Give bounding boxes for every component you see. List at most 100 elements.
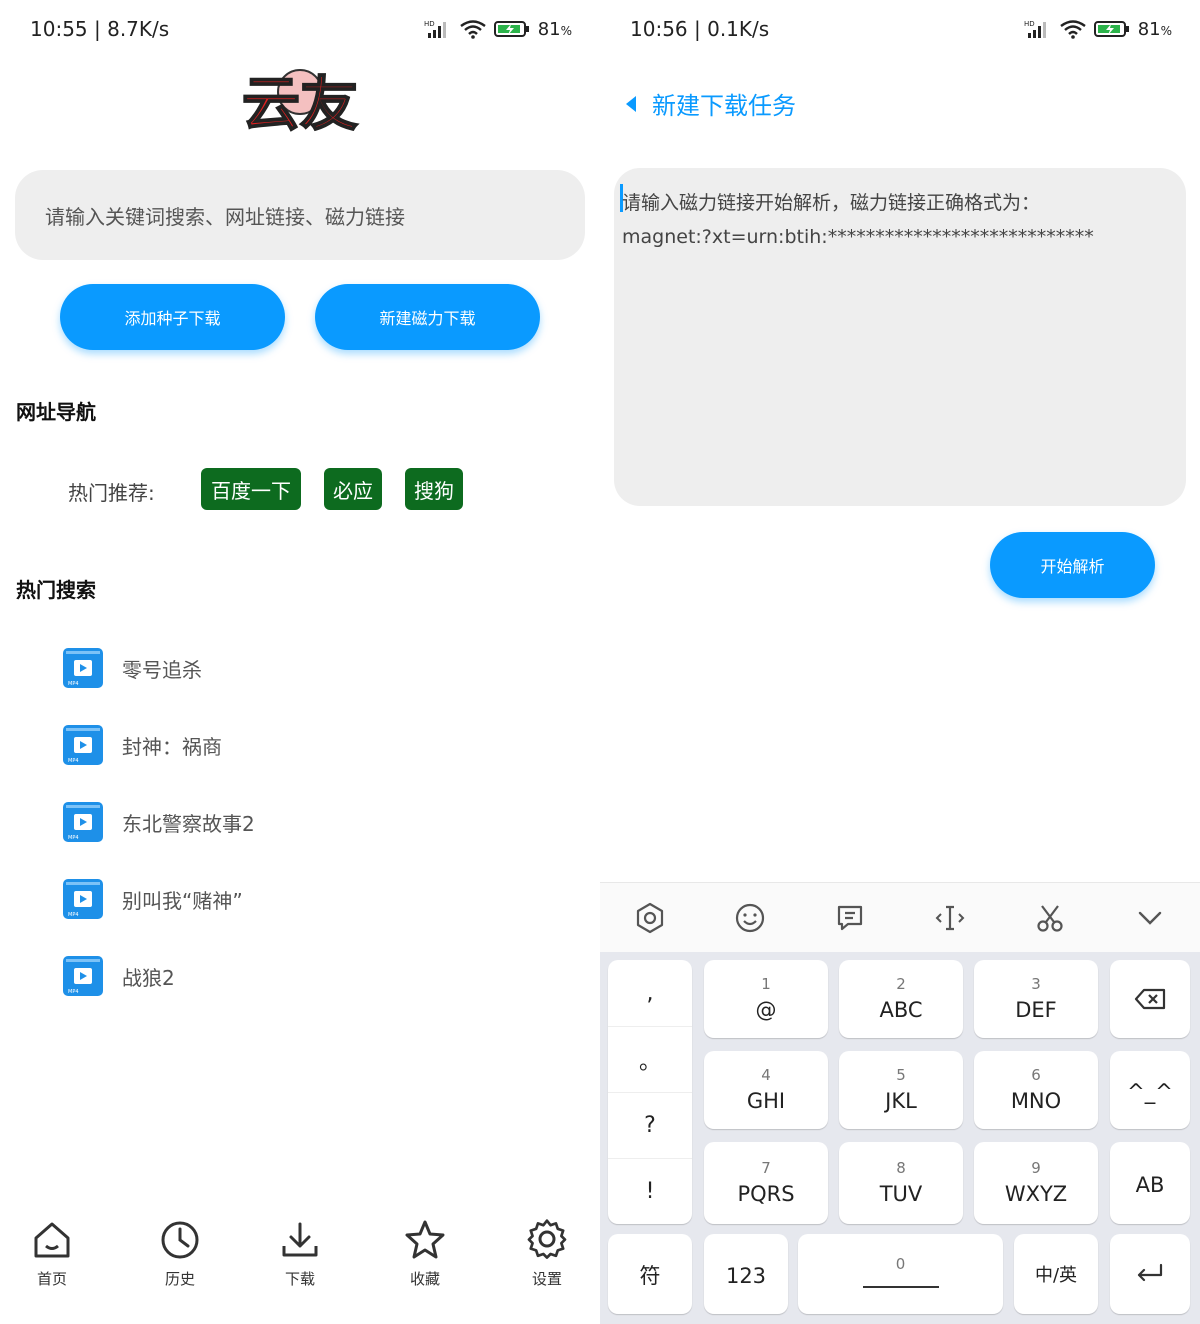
- svg-text:MP4: MP4: [68, 681, 79, 687]
- svg-text:HD: HD: [424, 20, 435, 28]
- hot-search-item[interactable]: MP4 封神：祸商: [62, 723, 222, 767]
- key-enter[interactable]: [1110, 1234, 1190, 1314]
- hot-search-item[interactable]: MP4 东北警察故事2: [62, 800, 255, 844]
- tag-sogou[interactable]: 搜狗: [405, 468, 463, 510]
- key-emoticon[interactable]: ^_^: [1110, 1051, 1190, 1129]
- start-parse-button[interactable]: 开始解析: [990, 532, 1155, 598]
- kb-edit-button[interactable]: [1000, 902, 1100, 934]
- magnet-placeholder: 请输入磁力链接开始解析，磁力链接正确格式为： magnet:?xt=urn:bt…: [622, 192, 1094, 248]
- punctuation-column: , 。 ? !: [608, 960, 692, 1224]
- hot-search-label: 战狼2: [122, 965, 175, 990]
- key-2[interactable]: 2 ABC: [839, 960, 963, 1038]
- clipboard-icon: [837, 905, 863, 930]
- nav-settings[interactable]: 设置: [507, 1218, 587, 1289]
- clock-icon: [161, 1221, 199, 1259]
- kb-clipboard-button[interactable]: [800, 902, 900, 934]
- key-number: 5: [896, 1066, 906, 1084]
- keyboard-toolbar: [600, 882, 1200, 952]
- kb-settings-button[interactable]: [600, 902, 700, 934]
- svg-text:HD: HD: [1024, 20, 1035, 28]
- video-file-icon: MP4: [63, 802, 103, 842]
- hot-search-label: 别叫我“赌神”: [122, 888, 243, 913]
- new-download-screen: 10:56 | 0.1K/s HD 81% 新建下载任务 请输入磁力链接开始解析…: [600, 0, 1200, 1324]
- key-number: 8: [896, 1159, 906, 1177]
- url-nav-title: 网址导航: [16, 400, 96, 424]
- key-letters: WXYZ: [1004, 1182, 1068, 1206]
- battery-icon: [1093, 21, 1129, 37]
- hot-search-label: 东北警察故事2: [122, 811, 255, 836]
- enter-icon: [1137, 1263, 1163, 1282]
- key-space-num: 0: [895, 1255, 906, 1273]
- hot-search-item[interactable]: MP4 零号追杀: [62, 646, 202, 690]
- hot-search-item[interactable]: MP4 战狼2: [62, 954, 175, 998]
- key-symbols[interactable]: 符: [608, 1234, 692, 1314]
- kb-cursor-button[interactable]: [900, 902, 1000, 934]
- chevron-down-icon: [1138, 911, 1162, 925]
- key-exclamation[interactable]: !: [608, 1158, 692, 1224]
- header: 新建下载任务: [624, 86, 796, 121]
- battery-unit: %: [1160, 23, 1172, 38]
- key-letters: PQRS: [737, 1182, 795, 1206]
- tag-bing[interactable]: 必应: [324, 468, 382, 510]
- key-9[interactable]: 9 WXYZ: [974, 1142, 1098, 1224]
- key-6[interactable]: 6 MNO: [974, 1051, 1098, 1129]
- nav-favorites[interactable]: 收藏: [385, 1218, 465, 1289]
- key-ab-label: AB: [1135, 1173, 1165, 1197]
- magnet-input[interactable]: 请输入磁力链接开始解析，磁力链接正确格式为： magnet:?xt=urn:bt…: [614, 168, 1186, 506]
- nav-settings-label: 设置: [531, 1270, 562, 1288]
- tag-baidu[interactable]: 百度一下: [201, 468, 301, 510]
- battery-icon: [493, 21, 529, 37]
- kb-collapse-button[interactable]: [1100, 902, 1200, 934]
- nav-favorites-label: 收藏: [409, 1270, 440, 1288]
- search-input[interactable]: 请输入关键词搜索、网址链接、磁力链接: [15, 170, 585, 260]
- key-letters: JKL: [885, 1089, 917, 1113]
- nav-download-label: 下载: [284, 1270, 315, 1288]
- key-ab[interactable]: AB: [1110, 1142, 1190, 1224]
- key-question[interactable]: ?: [608, 1092, 692, 1158]
- space-bar-icon: [862, 1286, 939, 1288]
- hot-search-label: 封神：祸商: [122, 734, 222, 759]
- add-torrent-button[interactable]: 添加种子下载: [60, 284, 285, 350]
- nav-history-label: 历史: [164, 1270, 195, 1288]
- video-file-icon: MP4: [63, 725, 103, 765]
- key-7[interactable]: 7 PQRS: [704, 1142, 828, 1224]
- status-time: 10:55 | 8.7K/s: [30, 17, 170, 41]
- backspace-icon: [1134, 988, 1166, 1010]
- wifi-icon: [1059, 20, 1086, 39]
- wifi-icon: [459, 20, 486, 39]
- key-lang-label: 中/英: [1034, 1265, 1078, 1286]
- key-comma[interactable]: ,: [608, 960, 692, 1026]
- battery-unit: %: [560, 23, 572, 38]
- key-number: 6: [1031, 1066, 1041, 1084]
- key-4[interactable]: 4 GHI: [704, 1051, 828, 1129]
- keyboard: , 。 ? ! 1 @2 ABC 3 DEF 4 GHI 5 JKL 6 MNO 7 PQRS 8 TUV 9…: [600, 952, 1200, 1324]
- nav-home[interactable]: 首页: [12, 1218, 92, 1289]
- page-title: 新建下载任务: [652, 92, 796, 120]
- key-number: 4: [761, 1066, 771, 1084]
- hot-recommend-label: 热门推荐:: [68, 481, 155, 505]
- key-lang-switch[interactable]: 中/英: [1014, 1234, 1098, 1314]
- key-backspace[interactable]: [1110, 960, 1190, 1038]
- home-screen: 10:55 | 8.7K/s HD 81% 云友 请输入关键词搜索、网址链接、磁…: [0, 0, 600, 1324]
- kb-emoji-button[interactable]: [700, 902, 800, 934]
- key-numbers[interactable]: 123: [704, 1234, 788, 1314]
- key-3[interactable]: 3 DEF: [974, 960, 1098, 1038]
- bottom-nav: 首页 历史 下载 收藏 设置: [0, 1218, 600, 1318]
- key-1[interactable]: 1 @: [704, 960, 828, 1038]
- key-period[interactable]: 。: [608, 1026, 692, 1092]
- nav-history[interactable]: 历史: [140, 1218, 220, 1289]
- signal-icon: HD: [424, 20, 446, 38]
- hot-search-item[interactable]: MP4 别叫我“赌神”: [62, 877, 243, 921]
- key-5[interactable]: 5 JKL: [839, 1051, 963, 1129]
- nav-download[interactable]: 下载: [260, 1218, 340, 1289]
- key-number: 2: [896, 975, 906, 993]
- key-8[interactable]: 8 TUV: [839, 1142, 963, 1224]
- emoji-icon: [735, 903, 765, 932]
- key-number: 1: [761, 975, 771, 993]
- hot-search-label: 零号追杀: [122, 657, 202, 682]
- status-bar: 10:56 | 0.1K/s HD 81%: [630, 14, 1172, 44]
- key-space[interactable]: 0: [798, 1234, 1003, 1314]
- back-arrow-icon[interactable]: [624, 95, 638, 113]
- nav-home-label: 首页: [36, 1270, 67, 1288]
- new-magnet-button[interactable]: 新建磁力下载: [315, 284, 540, 350]
